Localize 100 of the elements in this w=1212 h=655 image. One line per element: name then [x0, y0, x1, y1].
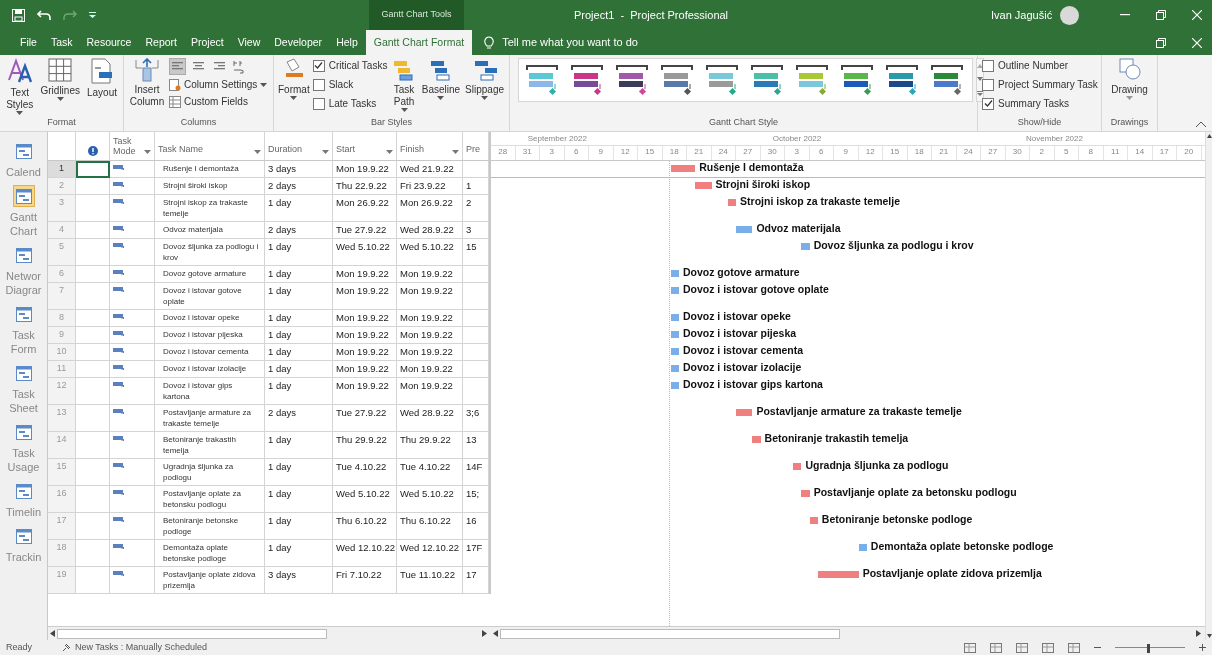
column-header[interactable]: Task Name: [158, 142, 251, 156]
gantt-style-thumbnail[interactable]: [930, 64, 966, 96]
indicator-cell[interactable]: [76, 378, 110, 405]
indicator-cell[interactable]: [76, 486, 110, 513]
task-bar[interactable]: [817, 571, 859, 578]
task-bar[interactable]: [670, 348, 679, 355]
scroll-up-icon[interactable]: [1206, 134, 1212, 138]
ribbon-tab[interactable]: Help: [330, 30, 364, 55]
gantt-style-thumbnail[interactable]: [885, 64, 921, 96]
checkbox[interactable]: [312, 97, 325, 110]
indicator-cell[interactable]: [76, 310, 110, 327]
scrollbar-thumb[interactable]: [57, 628, 327, 639]
close-icon[interactable]: [1192, 10, 1202, 20]
view-button[interactable]: Timelin: [0, 480, 47, 519]
task-bar[interactable]: [670, 331, 679, 338]
view-shortcut-icon[interactable]: [964, 642, 976, 653]
ribbon-tab[interactable]: Resource: [80, 30, 138, 55]
ribbon-tab[interactable]: Project: [185, 30, 230, 55]
gantt-style-thumbnail[interactable]: [525, 64, 561, 96]
zoom-in-icon[interactable]: [1199, 644, 1206, 651]
indicator-cell[interactable]: [76, 361, 110, 378]
checkbox[interactable]: [312, 78, 325, 91]
bar-style-button[interactable]: Task Path: [390, 58, 418, 112]
indicator-cell[interactable]: [76, 327, 110, 344]
indicator-cell[interactable]: [76, 195, 110, 222]
view-button[interactable]: Trackin: [0, 525, 47, 564]
view-shortcut-icon[interactable]: [1068, 642, 1080, 653]
close-icon[interactable]: [1192, 37, 1202, 48]
insert-column-button[interactable]: Insert Column: [128, 58, 166, 108]
zoom-out-icon[interactable]: [1094, 644, 1101, 651]
indicator-cell[interactable]: [76, 513, 110, 540]
wrap-text-icon[interactable]: [232, 59, 245, 74]
task-bar[interactable]: [736, 226, 753, 233]
view-button[interactable]: Gantt Chart: [0, 185, 47, 238]
view-button[interactable]: Task Sheet: [0, 362, 47, 415]
task-bar[interactable]: [670, 270, 679, 277]
indicator-cell[interactable]: [76, 405, 110, 432]
ribbon-tab[interactable]: View: [231, 30, 267, 55]
indicator-cell[interactable]: [76, 222, 110, 239]
indicator-cell[interactable]: [76, 459, 110, 486]
column-header[interactable]: Duration: [268, 142, 319, 156]
save-icon[interactable]: [12, 8, 25, 22]
bar-style-button[interactable]: Slippage: [464, 58, 505, 100]
indicator-cell[interactable]: [76, 266, 110, 283]
scroll-left-icon[interactable]: [50, 630, 55, 637]
view-shortcut-icon[interactable]: [1042, 642, 1054, 653]
column-header[interactable]: Finish: [400, 142, 449, 156]
task-bar[interactable]: [670, 365, 679, 372]
gantt-style-thumbnail[interactable]: [660, 64, 696, 96]
gantt-style-thumbnail[interactable]: [615, 64, 651, 96]
row-number[interactable]: 1: [48, 161, 76, 178]
task-bar[interactable]: [793, 463, 802, 470]
ribbon-tab[interactable]: File: [14, 30, 43, 55]
ribbon-tab[interactable]: Developer: [268, 30, 329, 55]
ribbon-tab[interactable]: Report: [139, 30, 183, 55]
column-header[interactable]: Task Mode: [113, 136, 141, 156]
indicator-cell[interactable]: [76, 344, 110, 361]
ribbon-tab[interactable]: Task: [44, 30, 79, 55]
restore-icon[interactable]: [1156, 10, 1166, 20]
gantt-style-thumbnail[interactable]: [705, 64, 741, 96]
scroll-down-icon[interactable]: [977, 77, 983, 82]
task-bar[interactable]: [809, 517, 818, 524]
task-bar[interactable]: [736, 409, 753, 416]
bar-style-button[interactable]: Baseline: [420, 58, 462, 100]
zoom-slider[interactable]: [1115, 643, 1185, 652]
more-icon[interactable]: [977, 91, 983, 97]
gantt-style-thumbnail[interactable]: [840, 64, 876, 96]
view-button[interactable]: Networ Diagrar: [0, 244, 47, 297]
scrollbar-thumb[interactable]: [500, 628, 840, 639]
task-bar[interactable]: [670, 382, 679, 389]
ribbon-tab[interactable]: Gantt Chart Format: [365, 30, 473, 55]
task-bar[interactable]: [670, 287, 679, 294]
gantt-style-thumbnail[interactable]: [570, 64, 606, 96]
drawing-button[interactable]: Drawing: [1106, 58, 1153, 100]
customize-icon[interactable]: [89, 12, 96, 18]
indicator-cell[interactable]: [76, 540, 110, 567]
view-button[interactable]: Calend: [0, 140, 47, 179]
scroll-right-icon[interactable]: [1196, 630, 1201, 637]
indicator-cell[interactable]: [76, 178, 110, 195]
undo-icon[interactable]: [37, 9, 51, 21]
tell-me-field[interactable]: Tell me what you want to do: [502, 34, 638, 51]
active-cell[interactable]: [76, 161, 110, 178]
checkbox[interactable]: [982, 78, 994, 91]
minimize-icon[interactable]: [1120, 14, 1130, 16]
column-header[interactable]: Pre: [466, 142, 480, 156]
task-bar[interactable]: [670, 165, 696, 172]
task-bar[interactable]: [858, 544, 867, 551]
view-shortcut-icon[interactable]: [990, 642, 1002, 653]
vertical-scrollbar[interactable]: [1205, 132, 1212, 640]
view-button[interactable]: Task Form: [0, 303, 47, 356]
column-header[interactable]: Start: [336, 142, 383, 156]
ribbon-button[interactable]: Layout: [84, 58, 119, 99]
ribbon-button[interactable]: Text Styles: [4, 58, 36, 115]
checkbox[interactable]: [982, 59, 994, 72]
checkbox[interactable]: [312, 59, 325, 72]
indicator-cell[interactable]: [76, 239, 110, 266]
indicator-cell[interactable]: [76, 567, 110, 594]
checkbox[interactable]: [982, 97, 994, 110]
align-button[interactable]: [169, 58, 186, 75]
scroll-left-icon[interactable]: [493, 630, 498, 637]
